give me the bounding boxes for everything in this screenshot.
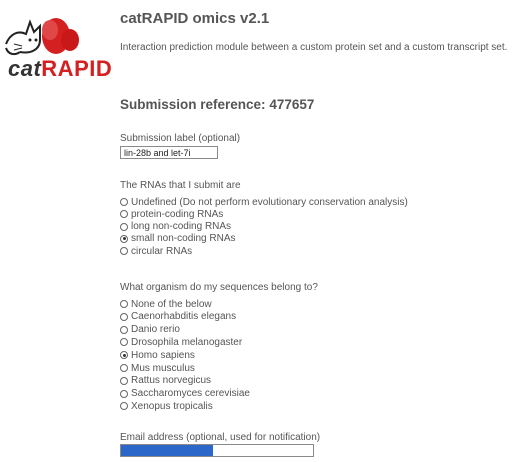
submission-reference: Submission reference: 477657 [120,97,314,112]
submission-reference-value: 477657 [269,97,315,112]
organism-option[interactable]: Caenorhabditis elegans [120,311,236,323]
radio-button[interactable] [120,338,128,347]
organism-option-label: Caenorhabditis elegans [131,311,237,323]
email-selection-highlight [121,445,214,456]
submission-label-input[interactable] [120,146,218,159]
radio-button[interactable] [120,222,128,231]
rna-type-option[interactable]: protein-coding RNAs [120,208,223,220]
email-caption: Email address (optional, used for notifi… [120,432,321,443]
rna-type-option-label: protein-coding RNAs [131,208,224,220]
cat-logo-icon [5,18,79,56]
radio-button[interactable] [120,376,128,385]
rna-type-option[interactable]: small non-coding RNAs [120,233,236,245]
organism-option[interactable]: None of the below [120,298,212,310]
organism-option-label: Drosophila melanogaster [131,336,243,348]
organism-option-label: None of the below [131,298,212,310]
organism-option-label: Rattus norvegicus [131,375,212,387]
rna-type-option-label: long non-coding RNAs [131,221,232,233]
radio-button[interactable] [120,389,128,398]
organism-option-label: Xenopus tropicalis [131,400,213,412]
page-subtitle: Interaction prediction module between a … [120,42,508,53]
submission-reference-label: Submission reference: [120,97,266,112]
rna-type-question: The RNAs that I submit are [120,180,241,191]
logo-text-rapid: RAPID [41,56,113,81]
organism-option-label: Mus musculus [131,362,195,374]
email-input[interactable] [120,444,314,457]
radio-button[interactable] [120,402,128,411]
organism-option-label: Homo sapiens [131,349,195,361]
rna-type-option-label: circular RNAs [131,245,193,257]
organism-option[interactable]: Homo sapiens [120,349,195,361]
radio-button[interactable] [120,210,128,219]
organism-option[interactable]: Mus musculus [120,362,195,374]
organism-option[interactable]: Rattus norvegicus [120,375,211,387]
submission-label-caption: Submission label (optional) [120,133,241,144]
logo-wordmark: catRAPID [8,58,112,80]
organism-option-label: Danio rerio [131,324,180,336]
radio-button[interactable] [120,198,128,206]
rna-type-option[interactable]: circular RNAs [120,245,192,257]
radio-button[interactable] [120,325,128,334]
radio-button[interactable] [120,300,128,308]
organism-question: What organism do my sequences belong to? [120,282,318,293]
organism-option[interactable]: Danio rerio [120,324,180,336]
organism-option[interactable]: Drosophila melanogaster [120,336,242,348]
rna-type-option-label: Undefined (Do not perform evolutionary c… [131,196,408,208]
page-title: catRAPID omics v2.1 [120,10,270,27]
radio-button[interactable] [120,234,128,243]
organism-option[interactable]: Xenopus tropicalis [120,400,213,412]
radio-button[interactable] [120,247,128,256]
radio-button[interactable] [120,312,128,321]
catrapid-logo: catRAPID [0,0,112,92]
rna-type-option[interactable]: Undefined (Do not perform evolutionary c… [120,196,408,208]
logo-text-cat: cat [8,56,42,81]
radio-button[interactable] [120,351,128,360]
rna-type-option-label: small non-coding RNAs [131,233,236,245]
organism-option-label: Saccharomyces cerevisiae [131,388,250,400]
radio-button[interactable] [120,364,128,372]
organism-option[interactable]: Saccharomyces cerevisiae [120,388,250,400]
rna-type-option[interactable]: long non-coding RNAs [120,221,231,233]
